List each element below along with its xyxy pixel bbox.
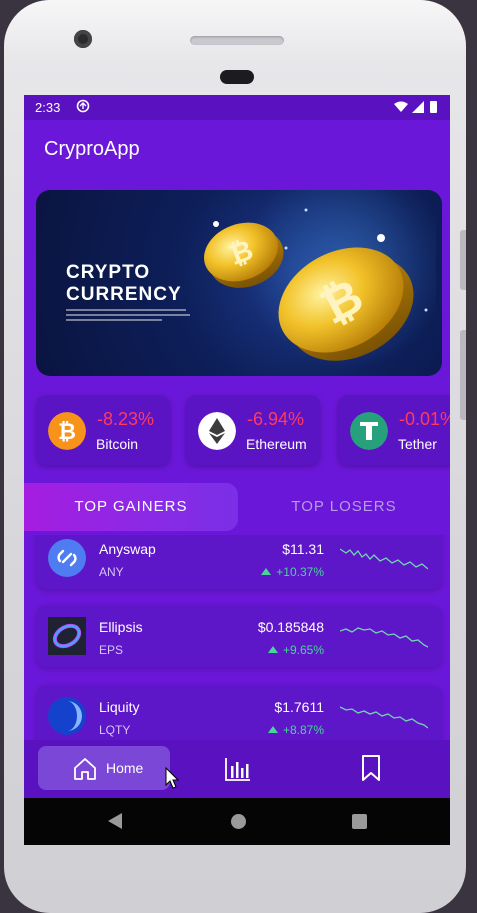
- back-button[interactable]: [106, 812, 124, 830]
- coin-card-ethereum[interactable]: -6.94% Ethereum: [186, 395, 320, 465]
- app-bar: CryproApp: [24, 120, 450, 175]
- coin-change: -6.94%: [247, 409, 305, 429]
- coin-card-tether[interactable]: -0.01% Tether: [338, 395, 450, 465]
- ellipsis-icon: [48, 617, 86, 655]
- coin-price: $0.185848: [257, 619, 324, 635]
- bitcoin-coins-illustration: ₿ ₿: [204, 208, 428, 361]
- front-camera: [74, 30, 92, 48]
- sync-icon: [76, 99, 90, 113]
- sparkline-chart: [340, 548, 428, 570]
- sparkline-chart: [340, 706, 428, 729]
- tab-top-losers[interactable]: TOP LOSERS: [238, 483, 450, 531]
- up-arrow-icon: [267, 646, 278, 653]
- home-icon: [74, 758, 96, 780]
- bezel-shine: [4, 0, 466, 60]
- system-home-button[interactable]: [231, 814, 246, 829]
- liquity-icon: [48, 697, 86, 735]
- system-navigation-bar: [24, 798, 450, 845]
- volume-button: [460, 230, 466, 290]
- nav-home-label: Home: [106, 760, 144, 776]
- svg-text:₿: ₿: [58, 419, 76, 444]
- tab-top-gainers[interactable]: TOP GAINERS: [24, 483, 238, 531]
- promo-banner[interactable]: CRYPTO CURRENCY ₿ ₿: [36, 190, 442, 376]
- app-screen: 2:33 CryproApp CRYPTO CURRENCY ₿ ₿ ₿ -8.…: [24, 95, 450, 845]
- battery-icon: [430, 101, 437, 113]
- sparkline-chart: [340, 627, 428, 648]
- coin-change: +9.65%: [267, 643, 324, 657]
- bitcoin-icon: ₿: [48, 412, 86, 450]
- coin-name: Ethereum: [246, 436, 307, 452]
- coin-change: -0.01%: [399, 409, 450, 429]
- status-time: 2:33: [35, 100, 61, 115]
- proximity-sensor: [220, 70, 254, 84]
- signal-icon: [412, 101, 424, 113]
- bottom-navigation: Home: [24, 740, 450, 798]
- up-arrow-icon: [261, 568, 272, 575]
- anyswap-icon: [48, 539, 86, 577]
- coin-symbol: EPS: [99, 643, 124, 657]
- wifi-icon: [394, 101, 408, 112]
- coin-name: Anyswap: [99, 541, 156, 557]
- power-button: [460, 330, 466, 420]
- coin-price: $11.31: [282, 541, 324, 557]
- earpiece-speaker: [190, 36, 284, 45]
- coin-change: -8.23%: [97, 409, 155, 429]
- gainers-list[interactable]: Anyswap ANY $11.31 +10.37% Ellipsis EPS …: [24, 535, 450, 755]
- coin-name: Tether: [398, 436, 437, 452]
- tether-icon: [350, 412, 388, 450]
- ethereum-icon: [198, 412, 236, 450]
- app-title: CryproApp: [44, 138, 140, 160]
- nav-stats-button[interactable]: [224, 756, 252, 782]
- coin-name: Liquity: [99, 699, 140, 715]
- market-tabs: TOP GAINERS TOP LOSERS: [24, 483, 450, 531]
- coin-name: Bitcoin: [96, 436, 139, 452]
- phone-frame: 2:33 CryproApp CRYPTO CURRENCY ₿ ₿ ₿ -8.…: [4, 0, 466, 913]
- coin-symbol: LQTY: [99, 723, 131, 737]
- nav-home-button[interactable]: Home: [38, 746, 170, 790]
- mouse-cursor-icon: [165, 767, 179, 789]
- coin-card-bitcoin[interactable]: ₿ -8.23% Bitcoin: [36, 395, 170, 465]
- coin-name: Ellipsis: [99, 619, 143, 635]
- nav-bookmark-button[interactable]: [360, 754, 382, 782]
- list-item[interactable]: Anyswap ANY $11.31 +10.37%: [36, 535, 442, 589]
- recent-apps-button[interactable]: [352, 814, 367, 829]
- coin-change: +8.87%: [267, 723, 324, 737]
- list-item[interactable]: Ellipsis EPS $0.185848 +9.65%: [36, 605, 442, 667]
- status-right-icons: [394, 101, 437, 113]
- coin-cards-row[interactable]: ₿ -8.23% Bitcoin -6.94% Ethereum -0.01 T…: [36, 395, 450, 467]
- list-item[interactable]: Liquity LQTY $1.7611 +8.87%: [36, 685, 442, 747]
- coin-symbol: ANY: [99, 565, 124, 579]
- coin-price: $1.7611: [274, 699, 324, 715]
- up-arrow-icon: [267, 726, 278, 733]
- status-bar: 2:33: [24, 95, 450, 120]
- coin-change: +10.37%: [261, 565, 324, 579]
